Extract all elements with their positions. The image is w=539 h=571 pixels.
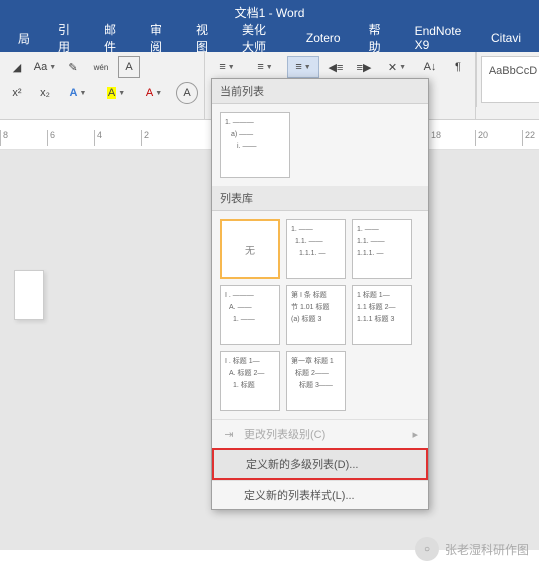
menu-review[interactable]: 审阅 <box>136 24 182 52</box>
superscript-button[interactable]: x² <box>6 82 28 104</box>
styles-panel: AaBbCcD AaBbCcD ↵ 无间隔 <box>476 52 539 107</box>
watermark-logo-icon: ○ <box>415 537 439 561</box>
list-style-roman-heading[interactable]: I . 标题 1— A. 标题 2— 1. 标题 <box>220 351 280 411</box>
style-normal[interactable]: AaBbCcD <box>481 56 539 103</box>
font-color-button[interactable]: A▼ <box>138 82 170 104</box>
menu-endnote[interactable]: EndNote X9 <box>401 24 477 52</box>
list-style-article[interactable]: 第 I 条 标题 节 1.01 标题 (a) 标题 3 <box>286 285 346 345</box>
indent-icon: ⇥ <box>222 427 236 441</box>
clear-format-button[interactable]: ◢ <box>6 56 28 78</box>
section-list-library: 列表库 <box>212 186 428 211</box>
doc-title: 文档1 - Word <box>235 4 305 21</box>
watermark: ○ 张老湿科研作图 <box>415 537 529 561</box>
sort-button[interactable]: A↓ <box>419 56 441 78</box>
change-case-button[interactable]: Aa▼ <box>34 56 56 78</box>
multilevel-list-dropdown: 当前列表 1. ——— a) —— i. —— 列表库 无 1. —— 1.1.… <box>211 78 429 510</box>
menu-view[interactable]: 视图 <box>182 24 228 52</box>
define-new-multilevel-list[interactable]: 定义新的多级列表(D)... <box>212 448 428 480</box>
highlight-button[interactable]: A▼ <box>100 82 132 104</box>
page-corner <box>14 270 44 320</box>
list-style-decimal[interactable]: 1. —— 1.1. —— 1.1.1. — <box>286 219 346 279</box>
menu-help[interactable]: 帮助 <box>355 24 401 52</box>
text-effects-button[interactable]: A▼ <box>62 82 94 104</box>
menu-references[interactable]: 引用 <box>44 24 90 52</box>
subscript-button[interactable]: x₂ <box>34 82 56 104</box>
bullet-list-button[interactable]: ≡▼ <box>211 56 243 78</box>
number-list-button[interactable]: ≡▼ <box>249 56 281 78</box>
define-new-list-style[interactable]: 定义新的列表样式(L)... <box>212 480 428 509</box>
menu-mailings[interactable]: 邮件 <box>90 24 136 52</box>
menu-layout[interactable]: 局 <box>4 24 44 52</box>
submenu-arrow-icon: ▸ <box>412 428 418 441</box>
eraser-button[interactable]: ✎ <box>62 56 84 78</box>
decrease-indent-button[interactable]: ◀≡ <box>325 56 347 78</box>
list-none[interactable]: 无 <box>220 219 280 279</box>
increase-indent-button[interactable]: ≡▶ <box>353 56 375 78</box>
list-style-chapter[interactable]: 第一章 标题 1 标题 2—— 标题 3—— <box>286 351 346 411</box>
change-list-level: ⇥ 更改列表级别(C) ▸ <box>212 419 428 448</box>
asian-layout-button[interactable]: ✕▼ <box>381 56 413 78</box>
char-border-button[interactable]: A <box>118 56 140 78</box>
show-marks-button[interactable]: ¶ <box>447 56 469 78</box>
list-style-roman[interactable]: I . ——— A. —— 1. —— <box>220 285 280 345</box>
list-style-decimal-2[interactable]: 1. —— 1.1. —— 1.1.1. — <box>352 219 412 279</box>
section-current-list: 当前列表 <box>212 79 428 104</box>
menu-beautify[interactable]: 美化大师 <box>228 24 292 52</box>
menu-bar: 局 引用 邮件 审阅 视图 美化大师 Zotero 帮助 EndNote X9 … <box>0 24 539 52</box>
menu-citavi[interactable]: Citavi <box>477 24 535 52</box>
menu-zotero[interactable]: Zotero <box>292 24 355 52</box>
watermark-text: 张老湿科研作图 <box>445 541 529 558</box>
font-group: ◢ Aa▼ ✎ wén A x² x₂ A▼ A▼ A▼ A <box>0 52 205 119</box>
phonetic-button[interactable]: wén <box>90 56 112 78</box>
list-style-heading-num[interactable]: 1 标题 1— 1.1 标题 2— 1.1.1 标题 3 <box>352 285 412 345</box>
multilevel-list-button[interactable]: ≡▼ <box>287 56 319 78</box>
list-current-item[interactable]: 1. ——— a) —— i. —— <box>220 112 290 178</box>
char-circle-button[interactable]: A <box>176 82 198 104</box>
